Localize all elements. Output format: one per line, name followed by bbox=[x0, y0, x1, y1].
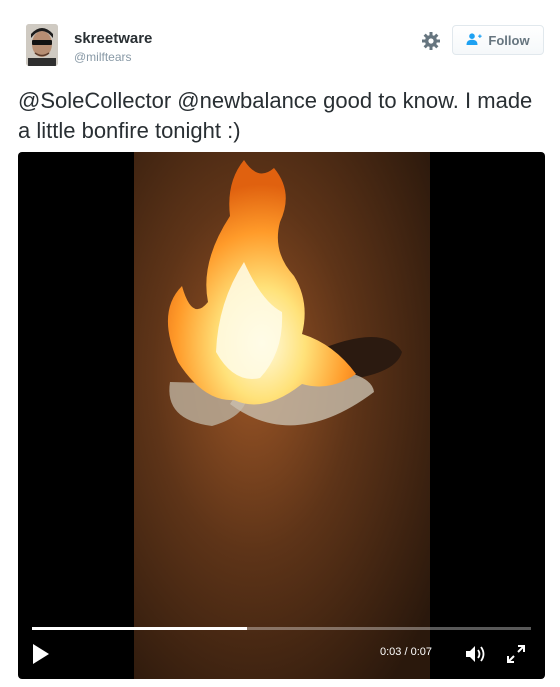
follow-button[interactable]: Follow bbox=[452, 25, 544, 55]
volume-icon[interactable] bbox=[465, 644, 487, 664]
video-player[interactable]: 0:03 / 0:07 bbox=[18, 152, 545, 679]
progress-fill bbox=[32, 627, 247, 630]
avatar[interactable] bbox=[26, 24, 58, 66]
play-icon[interactable] bbox=[32, 643, 50, 665]
follow-label: Follow bbox=[488, 32, 530, 48]
tweet-text: @SoleCollector @newbalance good to know.… bbox=[18, 88, 533, 143]
avatar-image bbox=[26, 24, 58, 66]
user-name[interactable]: skreetware bbox=[74, 30, 152, 47]
user-handle[interactable]: @milftears bbox=[74, 50, 132, 64]
fullscreen-icon[interactable] bbox=[506, 644, 526, 664]
gear-icon[interactable] bbox=[421, 31, 441, 51]
video-frame bbox=[134, 152, 430, 679]
progress-bar[interactable] bbox=[32, 627, 531, 630]
add-user-icon bbox=[466, 32, 483, 48]
time-display: 0:03 / 0:07 bbox=[380, 646, 432, 658]
